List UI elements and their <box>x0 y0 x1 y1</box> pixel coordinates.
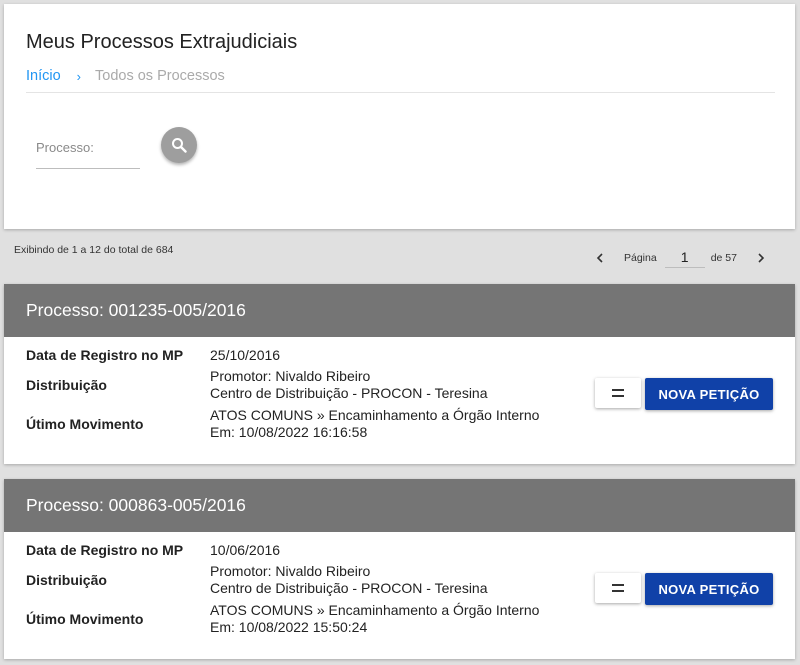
last-movement-date: Em: 10/08/2022 15:50:24 <box>210 619 368 635</box>
process-title: Processo: 000863-005/2016 <box>4 479 795 532</box>
process-card: Processo: 001235-005/2016 Data de Regist… <box>4 284 795 464</box>
search-input[interactable] <box>36 132 140 155</box>
next-page-button[interactable] <box>751 246 771 270</box>
header-divider <box>26 92 775 93</box>
registration-date-value: 25/10/2016 <box>210 347 281 363</box>
page-label: Página <box>624 252 657 264</box>
pagination: Página de 57 <box>590 246 771 270</box>
last-movement-label: Útimo Movimento <box>26 611 144 627</box>
new-petition-button[interactable]: NOVA PETIÇÃO <box>645 378 773 410</box>
process-card: Processo: 000863-005/2016 Data de Regist… <box>4 479 795 659</box>
process-title: Processo: 001235-005/2016 <box>4 284 795 337</box>
process-menu-button[interactable] <box>595 378 641 408</box>
page-number-input[interactable] <box>664 248 705 268</box>
last-movement-value: ATOS COMUNS » Encaminhamento a Órgão Int… <box>210 602 540 618</box>
breadcrumb: Início › Todos os Processos <box>26 68 225 84</box>
menu-icon <box>612 389 624 397</box>
breadcrumb-home-link[interactable]: Início <box>26 68 61 84</box>
last-movement-value: ATOS COMUNS » Encaminhamento a Órgão Int… <box>210 407 540 423</box>
registration-date-value: 10/06/2016 <box>210 542 281 558</box>
new-petition-button[interactable]: NOVA PETIÇÃO <box>645 573 773 605</box>
process-menu-button[interactable] <box>595 573 641 603</box>
distribution-promoter: Promotor: Nivaldo Ribeiro <box>210 368 371 384</box>
search-field <box>36 132 140 169</box>
breadcrumb-current: Todos os Processos <box>95 68 225 84</box>
chevron-right-icon: › <box>76 68 82 84</box>
distribution-label: Distribuição <box>26 572 107 588</box>
header-card: Meus Processos Extrajudiciais Início › T… <box>4 4 795 229</box>
distribution-center: Centro de Distribuição - PROCON - Teresi… <box>210 385 488 401</box>
registration-date-label: Data de Registro no MP <box>26 347 184 363</box>
distribution-label: Distribuição <box>26 377 107 393</box>
chevron-left-icon <box>596 253 603 263</box>
last-movement-label: Útimo Movimento <box>26 416 144 432</box>
chevron-right-icon <box>758 253 765 263</box>
last-movement-date: Em: 10/08/2022 16:16:58 <box>210 424 368 440</box>
search-icon <box>172 138 187 153</box>
distribution-promoter: Promotor: Nivaldo Ribeiro <box>210 563 371 579</box>
page-title: Meus Processos Extrajudiciais <box>26 31 298 53</box>
menu-icon <box>612 584 624 592</box>
previous-page-button[interactable] <box>590 246 610 270</box>
registration-date-label: Data de Registro no MP <box>26 542 184 558</box>
search-button[interactable] <box>161 127 197 163</box>
results-summary: Exibindo de 1 a 12 do total de 684 <box>14 244 174 256</box>
distribution-center: Centro de Distribuição - PROCON - Teresi… <box>210 580 488 596</box>
page-total: de 57 <box>710 252 737 264</box>
